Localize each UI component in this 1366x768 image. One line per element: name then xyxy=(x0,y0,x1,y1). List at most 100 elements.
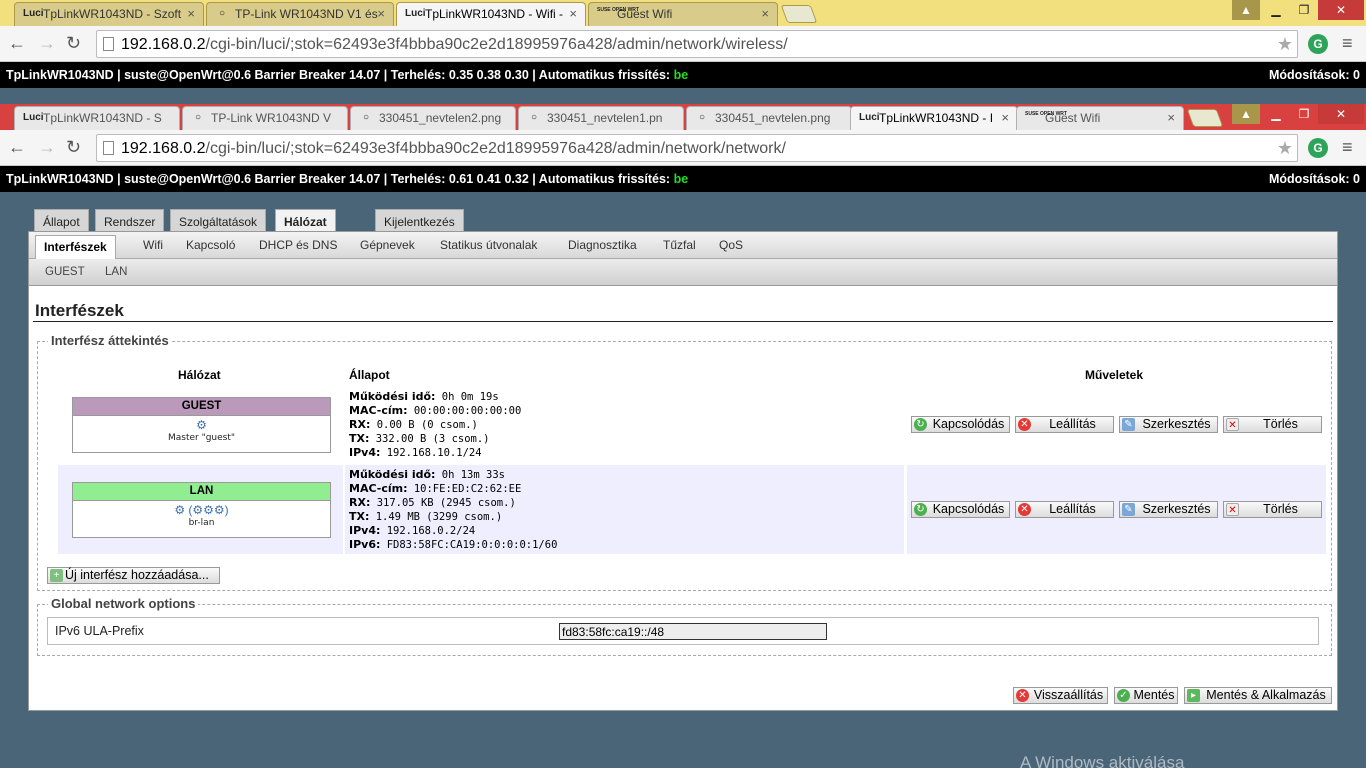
tab-status[interactable]: Állapot xyxy=(34,209,89,233)
changes-count[interactable]: Módosítások: 0 xyxy=(1269,68,1360,82)
tab-services[interactable]: Szolgáltatások xyxy=(170,209,267,233)
search-icon: ○ xyxy=(194,112,202,123)
user-icon[interactable]: ▲ xyxy=(1232,104,1260,124)
changes-count[interactable]: Módosítások: 0 xyxy=(1269,172,1360,186)
new-tab-button[interactable] xyxy=(780,5,818,23)
maximize-icon[interactable]: ❐ xyxy=(1290,104,1318,124)
stop-button[interactable]: ✕ Leállítás xyxy=(1015,501,1114,518)
forward-icon[interactable]: → xyxy=(38,138,56,156)
tx-value: 1.49 MB (3299 csom.) xyxy=(375,511,503,523)
refresh-toggle[interactable]: be xyxy=(674,172,689,186)
tab-label: 330451_nevtelen.png xyxy=(715,111,831,125)
rx-label: RX: xyxy=(349,418,371,431)
tab-label: TpLinkWR1043ND - I xyxy=(879,111,994,125)
browser-tab[interactable]: Luci TpLinkWR1043ND - Szoft × xyxy=(14,2,204,26)
close-icon[interactable]: × xyxy=(377,6,385,21)
url-path: /cgi-bin/luci/;stok=62493e3f4bbba90c2e2d… xyxy=(205,140,786,157)
rx-value: 317.05 KB (2945 csom.) xyxy=(376,497,516,509)
reload-icon[interactable]: ↻ xyxy=(66,34,81,52)
browser-tab[interactable]: SUSE OPEN WRT Guest Wifi × xyxy=(588,2,778,26)
tab-system[interactable]: Rendszer xyxy=(95,209,165,233)
browser-tab-active[interactable]: Luci TpLinkWR1043ND - Wifi - × xyxy=(396,2,586,26)
browser-tab[interactable]: ○ TP-Link WR1043ND V1 és × xyxy=(206,2,394,26)
divider xyxy=(33,321,1333,322)
star-icon[interactable]: ★ xyxy=(1277,34,1293,55)
maximize-icon[interactable]: ❐ xyxy=(1290,0,1318,20)
save-apply-button[interactable]: ▸ Mentés & Alkalmazás xyxy=(1184,687,1332,704)
address-bar[interactable]: 192.168.0.2/cgi-bin/luci/;stok=62493e3f4… xyxy=(96,30,1298,58)
edit-button[interactable]: ✎ Szerkesztés xyxy=(1119,416,1218,433)
close-window-icon[interactable]: ✕ xyxy=(1318,104,1364,124)
browser-tab[interactable]: ○ TP-Link WR1043ND V xyxy=(182,106,348,130)
page-title: Interfészek xyxy=(35,301,124,320)
luci-icon: Luci xyxy=(23,112,44,123)
extension-icon[interactable]: G xyxy=(1308,138,1328,158)
browser-tab[interactable]: ○ 330451_nevtelen1.pn xyxy=(518,106,684,130)
star-icon[interactable]: ★ xyxy=(1277,138,1293,159)
stop-button[interactable]: ✕ Leállítás xyxy=(1015,416,1114,433)
delete-button[interactable]: ✕ Törlés xyxy=(1223,501,1322,518)
browser-tab[interactable]: Luci TpLinkWR1043ND - S xyxy=(14,106,180,130)
forward-icon[interactable]: → xyxy=(38,34,56,52)
browser-tab-active[interactable]: Luci TpLinkWR1043ND - I × xyxy=(850,106,1018,130)
minimize-icon[interactable]: ▁ xyxy=(1262,0,1290,20)
ula-prefix-input[interactable]: fd83:58fc:ca19::/48 xyxy=(559,623,827,640)
subtab-static-routes[interactable]: Statikus útvonalak xyxy=(440,238,537,252)
reload-icon[interactable]: ↻ xyxy=(66,138,81,156)
device-name: Master "guest" xyxy=(167,433,236,443)
uptime-value: 0h 13m 33s xyxy=(441,469,505,481)
tab-logout[interactable]: Kijelentkezés xyxy=(375,209,464,233)
browser-tab[interactable]: SUSE OPEN WRT Guest Wifi × xyxy=(1016,106,1184,130)
interface-submenu: GUEST LAN xyxy=(29,259,1337,286)
button-label: Szerkesztés xyxy=(1142,502,1211,516)
back-icon[interactable]: ← xyxy=(8,138,26,156)
close-icon[interactable]: × xyxy=(1001,110,1009,125)
browser-tab[interactable]: ○ 330451_nevtelen2.png xyxy=(350,106,516,130)
save-button[interactable]: ✓ Mentés xyxy=(1114,687,1178,704)
close-icon[interactable]: × xyxy=(569,6,577,21)
rx-value: 0.00 B (0 csom.) xyxy=(376,419,478,431)
user-icon[interactable]: ▲ xyxy=(1232,0,1260,20)
uptime-value: 0h 0m 19s xyxy=(441,391,499,403)
add-interface-button[interactable]: + Új interfész hozzáadása... xyxy=(47,567,220,584)
rx-label: RX: xyxy=(349,496,371,509)
extension-icon[interactable]: G xyxy=(1308,34,1328,54)
edit-button[interactable]: ✎ Szerkesztés xyxy=(1119,501,1218,518)
column-actions: Műveletek xyxy=(1085,368,1144,382)
subtab-switch[interactable]: Kapcsoló xyxy=(186,238,235,252)
subtab-qos[interactable]: QoS xyxy=(719,238,743,252)
button-label: Kapcsolódás xyxy=(932,502,1005,516)
button-label: Szerkesztés xyxy=(1142,417,1211,431)
delete-button[interactable]: ✕ Törlés xyxy=(1223,416,1322,433)
connect-button[interactable]: ↻ Kapcsolódás xyxy=(911,501,1010,518)
subtab-interfaces[interactable]: Interfészek xyxy=(35,235,116,260)
header-text: TpLinkWR1043ND | suste@OpenWrt@0.6 Barri… xyxy=(6,68,671,82)
tab-label: TpLinkWR1043ND - S xyxy=(43,111,162,125)
luci-status-header-1: TpLinkWR1043ND | suste@OpenWrt@0.6 Barri… xyxy=(0,62,1366,88)
close-window-icon[interactable]: ✕ xyxy=(1318,0,1364,20)
close-icon[interactable]: × xyxy=(187,6,195,21)
close-icon[interactable]: × xyxy=(761,6,769,21)
address-bar[interactable]: 192.168.0.2/cgi-bin/luci/;stok=62493e3f4… xyxy=(96,134,1298,162)
subtab-hostnames[interactable]: Gépnevek xyxy=(360,238,415,252)
browser-tab[interactable]: ○ 330451_nevtelen.png xyxy=(686,106,852,130)
subtab-diagnostics[interactable]: Diagnosztika xyxy=(568,238,637,252)
subtab-dhcp-dns[interactable]: DHCP és DNS xyxy=(259,238,337,252)
close-icon[interactable]: × xyxy=(1167,110,1175,125)
back-icon[interactable]: ← xyxy=(8,34,26,52)
iface-tab-lan[interactable]: LAN xyxy=(105,266,127,278)
url-path: /cgi-bin/luci/;stok=62493e3f4bbba90c2e2d… xyxy=(205,36,788,53)
search-icon: ○ xyxy=(362,112,370,123)
subtab-firewall[interactable]: Tűzfal xyxy=(663,238,696,252)
menu-icon[interactable]: ≡ xyxy=(1342,33,1353,54)
connect-button[interactable]: ↻ Kapcsolódás xyxy=(911,416,1010,433)
reset-button[interactable]: ✕ Visszaállítás xyxy=(1013,687,1108,704)
refresh-toggle[interactable]: be xyxy=(674,68,689,82)
new-tab-button[interactable] xyxy=(1186,109,1224,127)
tx-value: 332.00 B (3 csom.) xyxy=(375,433,490,445)
subtab-wifi[interactable]: Wifi xyxy=(143,238,163,252)
iface-tab-guest[interactable]: GUEST xyxy=(45,266,85,278)
minimize-icon[interactable]: ▁ xyxy=(1262,104,1290,124)
menu-icon[interactable]: ≡ xyxy=(1342,137,1353,158)
luci-status-header-2: TpLinkWR1043ND | suste@OpenWrt@0.6 Barri… xyxy=(0,166,1366,192)
